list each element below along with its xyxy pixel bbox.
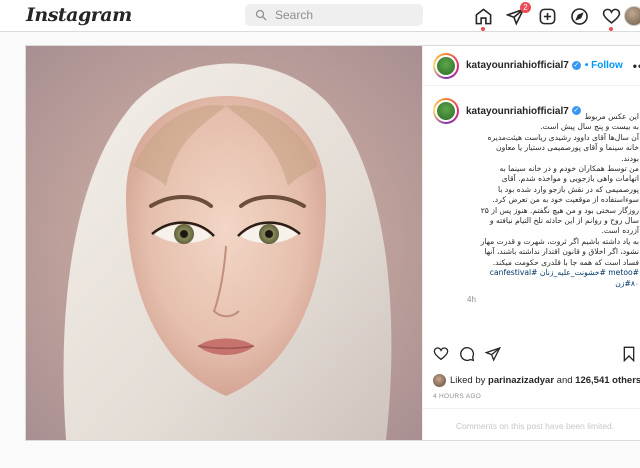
verified-badge-icon: ✓ <box>571 60 581 70</box>
like-heart-icon[interactable] <box>433 346 449 362</box>
caption-line: آن سال‌ها آقای داوود رشیدی ریاست هیئت‌مد… <box>487 132 639 142</box>
post-caption: katayounriahiofficial7 ✓ این عکس مربوط به … <box>433 98 639 304</box>
nav-icons: 2 <box>472 2 622 31</box>
liker-avatar[interactable] <box>433 374 446 387</box>
caption-avatar[interactable] <box>433 98 459 124</box>
caption-line: روزگار سختی بود و من هیچ نگفتم. هنوز پس … <box>480 205 639 215</box>
caption-line: آزرده است. <box>601 226 639 236</box>
caption-line: به یاد داشته باشیم اگر ثروت، شهرت و قدرت… <box>480 236 639 246</box>
share-icon[interactable] <box>485 346 501 362</box>
caption-line: اتهامات واهی بازجویی و مواخذه شدم. آقای <box>501 174 639 184</box>
follow-button[interactable]: • Follow <box>585 60 623 71</box>
search-input[interactable] <box>275 8 415 22</box>
follow-label: Follow <box>591 60 623 71</box>
caption-line: من توسط همکاران خودم و در خانه سینما به <box>499 164 639 174</box>
likes-count[interactable]: 126,541 others <box>575 375 640 386</box>
caption-hashtags-2[interactable]: #۸۰زن <box>467 279 639 289</box>
activity-button[interactable] <box>600 5 622 31</box>
post-card: katayounriahiofficial7✓ • Follow ••• kat… <box>25 45 640 441</box>
caption-line: سوءاستفاده از موقعیت خود به من تعرض کرد. <box>492 195 639 205</box>
caption-line: پورصمیمی که در نقش بازجو وارد شده بود با <box>498 184 639 194</box>
caption-text: این عکس مربوط به بیست و پنج سال پیش است. آ… <box>467 112 639 289</box>
likes-summary: Liked by parinazizadyar and 126,541 othe… <box>433 374 640 387</box>
follow-separator: • <box>584 60 589 71</box>
caption-line: فساد است که همه جا با قلدری حکومت میکند. <box>492 257 639 267</box>
portrait-image <box>26 46 422 440</box>
notification-badge: 2 <box>520 2 531 13</box>
search-icon <box>255 9 267 21</box>
likes-prefix: Liked by <box>450 375 486 386</box>
heart-icon <box>602 8 620 24</box>
activity-dot <box>609 27 613 31</box>
post-photo[interactable] <box>26 46 422 440</box>
likes-and: and <box>556 375 573 386</box>
search-box[interactable] <box>245 4 423 26</box>
home-icon <box>475 7 491 24</box>
plus-square-icon <box>539 8 555 24</box>
post-header: katayounriahiofficial7✓ • Follow ••• <box>423 46 640 86</box>
caption-line: به بیست و پنج سال پیش است. <box>540 122 639 132</box>
profile-avatar[interactable] <box>624 6 640 26</box>
bookmark-icon[interactable] <box>621 346 637 362</box>
comments-limited-notice: Comments on this post have been limited. <box>423 408 640 431</box>
instagram-logo[interactable]: Instagram <box>26 4 132 26</box>
caption-hashtags[interactable]: #metoo #خشونت_علیه_زنان #canfestival <box>467 268 639 278</box>
author-username[interactable]: katayounriahiofficial7 ✓ <box>466 60 581 71</box>
liker-username[interactable]: parinazizadyar <box>488 375 554 386</box>
comment-icon[interactable] <box>459 346 475 362</box>
new-post-button[interactable] <box>536 5 558 27</box>
caption-lines: این عکس مربوط به بیست و پنج سال پیش است. آ… <box>467 112 639 268</box>
verified-badge-icon: ✓ <box>571 106 581 116</box>
caption-line: نشود، اگر اخلاق و قانون اقتدار نداشته با… <box>484 247 639 257</box>
more-options-icon[interactable]: ••• <box>633 59 640 73</box>
caption-timestamp: 4h <box>467 294 476 304</box>
post-actions <box>433 346 637 362</box>
author-avatar[interactable] <box>433 52 459 79</box>
caption-username[interactable]: katayounriahiofficial7 ✓ <box>466 106 581 117</box>
top-navigation-bar: Instagram 2 <box>0 0 640 32</box>
post-sidebar: katayounriahiofficial7✓ • Follow ••• kat… <box>422 46 640 440</box>
post-time-ago[interactable]: 4 HOURS AGO <box>433 393 481 400</box>
caption-line: خانه سینما و آقای پورصمیمی دستیار یا معا… <box>496 143 639 153</box>
direct-messages-button[interactable]: 2 <box>504 2 531 27</box>
compass-icon <box>570 7 588 25</box>
home-active-dot <box>481 27 485 31</box>
home-button[interactable] <box>472 5 494 31</box>
explore-button[interactable] <box>568 5 590 27</box>
caption-line: بودند. <box>621 153 639 163</box>
caption-line: سال روح و روانم از این حادثه تلخ التیام … <box>489 216 639 226</box>
